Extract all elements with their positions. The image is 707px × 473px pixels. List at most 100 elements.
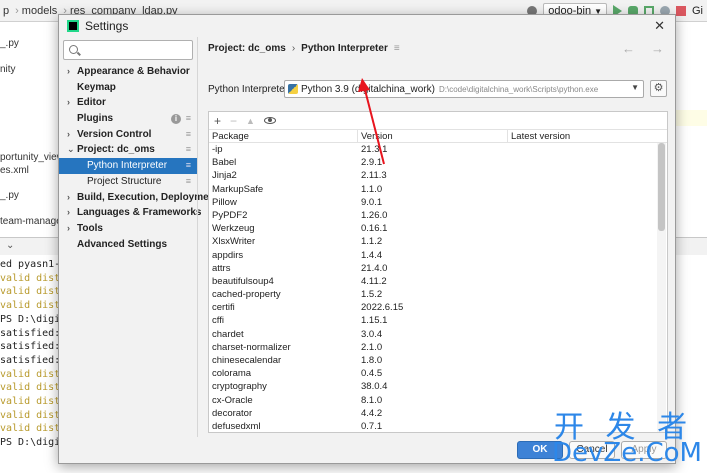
table-row[interactable]: XlsxWriter 1.1.2: [209, 235, 657, 248]
tree-item-editor[interactable]: › Editor: [59, 95, 197, 111]
project-file[interactable]: _.py: [0, 190, 19, 201]
remove-package-icon[interactable]: −: [230, 114, 237, 128]
table-row[interactable]: defusedxml 0.7.1: [209, 420, 657, 432]
ok-button[interactable]: OK: [517, 441, 563, 459]
tree-item-appearance-behavior[interactable]: › Appearance & Behavior: [59, 64, 197, 80]
tree-item-tools[interactable]: › Tools: [59, 221, 197, 237]
terminal-line: valid distr: [0, 300, 67, 312]
table-row[interactable]: cx-Oracle 8.1.0: [209, 394, 657, 407]
table-row[interactable]: cached-property 1.5.2: [209, 288, 657, 301]
tree-item-label: Advanced Settings: [77, 238, 168, 250]
project-file[interactable]: es.xml: [0, 165, 29, 176]
add-package-icon[interactable]: +: [214, 114, 221, 128]
dialog-title: Settings: [85, 19, 129, 33]
table-row[interactable]: colorama 0.4.5: [209, 367, 657, 380]
table-row[interactable]: charset-normalizer 2.1.0: [209, 341, 657, 354]
table-row[interactable]: cffi 1.15.1: [209, 314, 657, 327]
package-version: 1.8.0: [361, 355, 383, 366]
package-name: XlsxWriter: [212, 236, 256, 248]
project-file[interactable]: nity: [0, 64, 16, 75]
table-row[interactable]: Jinja2 2.11.3: [209, 169, 657, 182]
tree-item-keymap[interactable]: Keymap: [59, 80, 197, 96]
chevron-right-icon[interactable]: ›: [67, 64, 77, 80]
package-version: 1.5.2: [361, 289, 383, 301]
back-arrow-icon[interactable]: ←: [622, 41, 635, 56]
tree-item-label: Project: dc_oms: [77, 144, 155, 156]
column-header-version[interactable]: Version: [358, 130, 508, 142]
chevron-right-icon[interactable]: ›: [67, 127, 77, 143]
chevron-right-icon[interactable]: ›: [67, 205, 77, 221]
project-scope-icon: ≡: [185, 160, 191, 171]
table-row[interactable]: chinesecalendar 1.8.0: [209, 354, 657, 367]
table-row[interactable]: beautifulsoup4 4.11.2: [209, 275, 657, 288]
chevron-down-icon[interactable]: ⌄: [6, 240, 14, 251]
table-row[interactable]: certifi 2022.6.15: [209, 301, 657, 314]
chevron-down-icon: ▼: [631, 83, 639, 92]
table-row[interactable]: decorator 4.4.2: [209, 407, 657, 420]
package-name: chinesecalendar: [212, 355, 282, 366]
table-row[interactable]: -ip 21.3.1: [209, 143, 657, 156]
project-file[interactable]: team-manage: [0, 216, 60, 227]
packages-scrollbar[interactable]: [657, 143, 666, 432]
tree-item-project-dc-oms[interactable]: ⌄ Project: dc_oms ≡: [59, 142, 197, 158]
package-name: Babel: [212, 157, 237, 169]
package-version: 1.26.0: [361, 209, 388, 221]
upgrade-package-icon[interactable]: ▲: [246, 116, 255, 126]
package-name: PyPDF2: [212, 209, 248, 221]
table-row[interactable]: chardet 3.0.4: [209, 328, 657, 341]
tree-item-languages-frameworks[interactable]: › Languages & Frameworks: [59, 205, 201, 221]
project-scope-icon: ≡: [185, 128, 191, 139]
ide-breadcrumb-models[interactable]: models: [12, 5, 60, 17]
tree-item-label: Version Control: [77, 128, 152, 140]
table-row[interactable]: Werkzeug 0.16.1: [209, 222, 657, 235]
interpreter-select[interactable]: Python 3.9 (digitalchina_work) D:\code\d…: [284, 80, 644, 98]
tree-item-python-interpreter[interactable]: Python Interpreter ≡: [59, 158, 197, 174]
tree-item-version-control[interactable]: › Version Control ≡: [59, 127, 197, 143]
table-row[interactable]: attrs 21.4.0: [209, 262, 657, 275]
apply-button[interactable]: Apply: [621, 441, 667, 459]
table-row[interactable]: Babel 2.9.1: [209, 156, 657, 169]
column-header-package[interactable]: Package: [209, 130, 358, 142]
settings-content: Project: dc_oms › Python Interpreter ≡ ←…: [198, 37, 676, 437]
table-row[interactable]: PyPDF2 1.26.0: [209, 209, 657, 222]
package-latest-version: [508, 143, 656, 156]
table-row[interactable]: cryptography 38.0.4: [209, 380, 657, 393]
column-header-latest-version[interactable]: Latest version: [508, 130, 656, 142]
tree-item-build-execution-deployment[interactable]: › Build, Execution, Deployment: [59, 190, 218, 206]
tree-item-label: Python Interpreter: [87, 160, 168, 172]
chevron-right-icon[interactable]: ›: [67, 95, 77, 111]
tree-item-plugins[interactable]: Plugins i ≡: [59, 111, 197, 127]
forward-arrow-icon[interactable]: →: [651, 41, 664, 56]
package-latest-version: [508, 367, 656, 380]
tree-item-advanced-settings[interactable]: Advanced Settings: [59, 237, 197, 253]
chevron-right-icon[interactable]: ›: [67, 190, 77, 206]
chevron-right-icon[interactable]: ›: [67, 221, 77, 237]
scrollbar-thumb[interactable]: [658, 143, 665, 231]
gear-icon[interactable]: ⚙: [650, 80, 667, 97]
package-version: 2.11.3: [361, 170, 387, 182]
cancel-button[interactable]: Cancel: [569, 441, 615, 459]
package-latest-version: [508, 354, 656, 367]
project-file[interactable]: _.py: [0, 38, 19, 49]
table-row[interactable]: appdirs 1.4.4: [209, 249, 657, 262]
package-name: MarkupSafe: [212, 183, 264, 195]
project-file[interactable]: portunity_view.x: [0, 152, 60, 163]
ide-breadcrumb-root[interactable]: p: [0, 5, 12, 17]
editor-area[interactable]: [672, 22, 707, 237]
git-label[interactable]: Gi: [692, 5, 703, 17]
table-row[interactable]: MarkupSafe 1.1.0: [209, 183, 657, 196]
dialog-title-bar[interactable]: Settings ✕: [59, 15, 675, 37]
stop-icon[interactable]: [676, 6, 686, 16]
eye-icon[interactable]: [263, 117, 276, 124]
package-name: Jinja2: [212, 170, 237, 182]
settings-search-input[interactable]: [63, 40, 193, 60]
terminal-line: valid distr: [0, 382, 67, 394]
package-name: cx-Oracle: [212, 394, 253, 406]
close-icon[interactable]: ✕: [654, 18, 665, 34]
package-version: 1.1.0: [361, 183, 383, 195]
tree-item-label: Languages & Frameworks: [77, 207, 202, 219]
tree-item-project-structure[interactable]: Project Structure ≡: [59, 174, 197, 190]
table-row[interactable]: Pillow 9.0.1: [209, 196, 657, 209]
breadcrumb-separator: ›: [291, 43, 296, 54]
chevron-down-icon[interactable]: ⌄: [67, 142, 77, 158]
